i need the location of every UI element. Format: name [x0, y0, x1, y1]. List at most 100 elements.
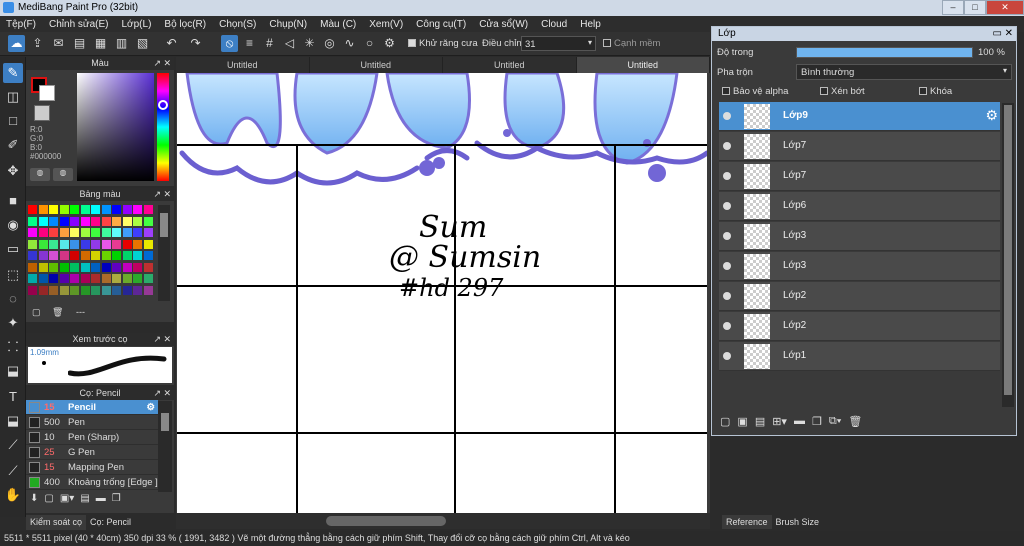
- palette-swatch[interactable]: [70, 274, 79, 283]
- palette-swatch[interactable]: [70, 216, 79, 226]
- new-halftone-layer-icon[interactable]: ▣: [737, 415, 747, 428]
- maximize-button[interactable]: □: [964, 0, 986, 15]
- tab-untitled-1[interactable]: Untitled: [176, 57, 310, 73]
- grid-snap-icon[interactable]: #: [261, 35, 278, 52]
- gradient-tool-icon[interactable]: ▭: [3, 239, 23, 259]
- menu-select[interactable]: Chọn(S): [219, 19, 256, 30]
- palette-swatch[interactable]: [133, 239, 142, 249]
- palette-swatch[interactable]: [122, 216, 132, 226]
- brush-add-icon[interactable]: ⬇: [30, 493, 38, 504]
- dot-tool-icon[interactable]: □: [3, 111, 23, 131]
- hand-tool-icon[interactable]: ✋: [3, 485, 23, 505]
- cloud-icon[interactable]: ☁: [8, 35, 25, 52]
- close-panel-icon[interactable]: ✕: [163, 188, 171, 201]
- palette-swatch[interactable]: [143, 251, 153, 260]
- palette-swatch[interactable]: [38, 251, 48, 260]
- hue-handle[interactable]: [158, 100, 168, 110]
- tab-untitled-2[interactable]: Untitled: [309, 57, 443, 73]
- scroll-thumb[interactable]: [160, 213, 168, 237]
- pen-tool-icon[interactable]: ✐: [3, 135, 23, 155]
- palette-swatch[interactable]: [133, 205, 142, 214]
- palette-swatch[interactable]: [122, 285, 132, 295]
- page-icon[interactable]: ▦: [92, 35, 109, 52]
- layer-row[interactable]: Lớp7: [719, 132, 1000, 161]
- palette-swatch[interactable]: [133, 216, 142, 226]
- palette-swatch[interactable]: [101, 205, 111, 214]
- palette-swatch[interactable]: [70, 251, 79, 260]
- palette-swatch[interactable]: [28, 216, 37, 226]
- palette-swatch[interactable]: [59, 262, 69, 272]
- undo-icon[interactable]: ↶: [163, 35, 180, 52]
- clipping-toggle[interactable]: Xén bớt: [820, 86, 865, 97]
- palette-swatch[interactable]: [80, 262, 90, 272]
- palette-new-icon[interactable]: ▢: [32, 307, 41, 318]
- palette-swatch[interactable]: [38, 228, 48, 237]
- palette-swatch[interactable]: [49, 262, 58, 272]
- page-list-icon[interactable]: ▥: [113, 35, 130, 52]
- menu-filter[interactable]: Bộ lọc(R): [164, 19, 206, 30]
- palette-swatch[interactable]: [70, 262, 79, 272]
- brush-item[interactable]: 25 G Pen: [26, 445, 158, 460]
- layer-row[interactable]: Lớp2: [719, 282, 1000, 311]
- palette-swatch[interactable]: [59, 285, 69, 295]
- palette-swatch[interactable]: [101, 285, 111, 295]
- gear-icon[interactable]: ⚙: [146, 402, 155, 413]
- tab-brush-control[interactable]: Kiểm soát cọ: [26, 515, 87, 530]
- visibility-eye-icon[interactable]: [723, 262, 731, 270]
- close-panel-icon[interactable]: ✕: [1005, 27, 1013, 41]
- divide-tool-icon[interactable]: ⟋: [3, 435, 23, 455]
- brush-menu-icon[interactable]: ▣▾: [60, 493, 74, 504]
- visibility-eye-icon[interactable]: [723, 292, 731, 300]
- palette-swatch[interactable]: [28, 262, 37, 272]
- settings-gear-icon[interactable]: ⚙: [381, 35, 398, 52]
- tab-brush-pencil[interactable]: Cọ: Pencil: [86, 515, 135, 530]
- palette-swatch[interactable]: [122, 274, 132, 283]
- new-8bit-layer-icon[interactable]: ▤: [755, 415, 765, 428]
- brush-item[interactable]: 500 Pen: [26, 415, 158, 430]
- hue-slider[interactable]: [157, 73, 169, 181]
- soft-edge-checkbox[interactable]: [603, 39, 611, 48]
- visibility-eye-icon[interactable]: [723, 322, 731, 330]
- move-tool-icon[interactable]: ✥: [3, 161, 23, 181]
- tab-untitled-3[interactable]: Untitled: [443, 57, 577, 73]
- palette-swatch[interactable]: [80, 205, 90, 214]
- redo-icon[interactable]: ↷: [187, 35, 204, 52]
- palette-swatch[interactable]: [49, 251, 58, 260]
- text-tool-icon[interactable]: T: [3, 387, 23, 407]
- palette-swatch[interactable]: [28, 205, 37, 214]
- palette-swatch[interactable]: [38, 262, 48, 272]
- palette-swatch[interactable]: [80, 239, 90, 249]
- lock-checkbox[interactable]: [919, 87, 927, 96]
- palette-swatch[interactable]: [28, 251, 37, 260]
- palette-swatch[interactable]: [143, 228, 153, 237]
- folder-icon[interactable]: ▬: [794, 415, 805, 428]
- palette-swatch[interactable]: [101, 274, 111, 283]
- palette-swatch[interactable]: [91, 274, 100, 283]
- clipping-checkbox[interactable]: [820, 87, 828, 96]
- comment-icon[interactable]: ✉: [50, 35, 67, 52]
- antialias-checkbox[interactable]: [408, 39, 416, 48]
- palette-swatch[interactable]: [70, 239, 79, 249]
- layer-scrollbar[interactable]: [1002, 103, 1014, 407]
- select-tool-icon[interactable]: ⬚: [3, 265, 23, 285]
- menu-view[interactable]: Xem(V): [369, 19, 403, 30]
- saturation-value-picker[interactable]: [77, 73, 154, 181]
- minimize-button[interactable]: ‒: [942, 0, 964, 15]
- tab-brush-size[interactable]: Brush Size: [772, 515, 824, 529]
- palette-swatch[interactable]: [143, 216, 153, 226]
- close-button[interactable]: ✕: [986, 0, 1024, 15]
- transparent-color-swatch[interactable]: [34, 105, 50, 121]
- palette-swatch[interactable]: [38, 239, 48, 249]
- page-grid-icon[interactable]: ▧: [134, 35, 151, 52]
- layer-row[interactable]: Lớp1: [719, 342, 1000, 371]
- eyedropper-icon[interactable]: ⟋: [3, 461, 23, 481]
- folder-icon[interactable]: ▬: [96, 493, 106, 504]
- brush-copy-icon[interactable]: ▤: [80, 493, 89, 504]
- eraser-tool-icon[interactable]: ◫: [3, 87, 23, 107]
- palette-swatch[interactable]: [49, 239, 58, 249]
- protect-alpha-toggle[interactable]: Bảo vệ alpha: [722, 86, 788, 97]
- palette-swatch[interactable]: [80, 274, 90, 283]
- document-icon[interactable]: ▤: [71, 35, 88, 52]
- palette-add-icon[interactable]: ◍: [30, 168, 50, 181]
- concentric-snap-icon[interactable]: ◎: [321, 35, 338, 52]
